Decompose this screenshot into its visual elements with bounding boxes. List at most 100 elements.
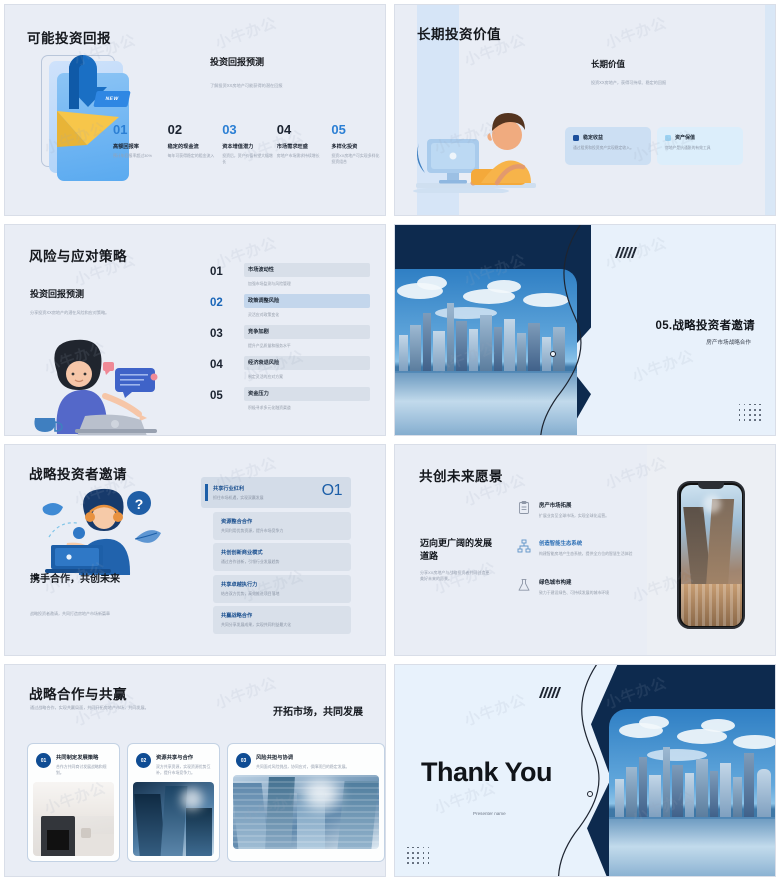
list-item[interactable]: 共享卓越执行力 结合双方优势，高效推进项目落地	[213, 574, 351, 603]
item-number: 05	[331, 122, 346, 137]
row-number: 01	[210, 266, 223, 278]
square-bullet-icon	[665, 134, 671, 141]
card-heading: 资源共享与合作	[156, 755, 194, 761]
curve-line	[540, 225, 582, 435]
svg-text:?: ?	[135, 496, 144, 512]
section-description: 投资XX房地产，获得可持续、稳定的回报	[591, 80, 667, 85]
section-subtitle: 房产市场战略合作	[706, 340, 751, 346]
list-item[interactable]: 共创创新商业模式 通过合作创新，引领行业发展趋势	[213, 543, 351, 571]
page-title: 长期投资价值	[417, 27, 501, 42]
risk-rows: 01 市场波动性 加强市场监测与风险管理 02 政策调整风险 灵活应对政策变化 …	[210, 263, 370, 418]
row-number: 04	[210, 359, 223, 371]
phone-screen-image	[680, 484, 742, 626]
dot-grid-decoration	[407, 846, 430, 864]
item-number: 01	[113, 122, 128, 137]
slide-8-thank-you[interactable]: 小牛办公小牛办公 小牛办公小牛办公 Thank You Presenter na…	[394, 664, 776, 877]
page-title: 战略投资者邀请	[29, 467, 127, 482]
table-row[interactable]: 03 竞争加剧 提升产品质量和服务水平	[210, 325, 370, 356]
slide-3-risk-strategy[interactable]: 小牛办公小牛办公 小牛办公小牛办公 风险与应对策略 投资回报预测 分享投资XX房…	[4, 224, 386, 436]
clipboard-icon	[519, 501, 529, 514]
row-heading: 政策调整风险	[248, 298, 280, 304]
row-heading: 经济衰退风险	[248, 360, 280, 366]
item-text: 通过合作创新，引领行业发展趋势	[221, 559, 280, 564]
box-text: 房地产是抗通胀的有效工具	[665, 146, 711, 150]
row-text: 积极寻求多元化融资渠道	[248, 405, 291, 410]
list-item[interactable]: 资源整合合作 共同利用优势资源，提升市场竞争力	[213, 511, 351, 540]
item-text: 房地产市场需求持续增长	[276, 153, 320, 158]
list-item: 01 高额回报率 预计年回报率超过30%	[113, 123, 165, 166]
card-heading: 共同制定发展策略	[56, 755, 99, 761]
envelope-icon	[57, 111, 119, 147]
card-header: 03 风险共担与协调 共同面对风险挑战，协同应对，保障项目的稳定发展。	[233, 749, 379, 775]
slide-1-investment-return[interactable]: 小牛办公小牛办公 小牛办公小牛办公 可能投资回报 NEW 投资回报预测 了解投资…	[4, 4, 386, 216]
slide-7-strategic-cooperation[interactable]: 小牛办公小牛办公 小牛办公小牛办公 战略合作与共赢 通过战略合作，实现共赢局面，…	[4, 664, 386, 877]
card-header: 02 资源共享与合作 双方共享资源，实现资源优势互补，提升市场竞争力。	[133, 749, 214, 782]
card-badge: 03	[236, 753, 251, 768]
table-row[interactable]: 01 市场波动性 加强市场监测与风险管理	[210, 263, 370, 294]
section-title: 05.战略投资者邀请	[655, 320, 755, 332]
table-row[interactable]: 04 经济衰退风险 制定灵活的应对方案	[210, 356, 370, 387]
thank-you-title: Thank You	[421, 757, 553, 787]
card-image-interior	[33, 781, 114, 856]
section-description: 分享投资XX房地产的潜在风险和应对策略。	[30, 310, 110, 315]
item-badge: O1	[321, 482, 343, 499]
dot-grid-decoration	[738, 403, 761, 421]
item-number: 03	[222, 122, 237, 137]
card[interactable]: 01 共同制定发展策略 合作方共同商讨发展战略和规划。	[27, 743, 120, 862]
slide-4-section-cover[interactable]: 小牛办公小牛办公 小牛办公小牛办公 05.战略投资者邀请 房产市场战略合作	[394, 224, 776, 436]
item-heading: 共享卓越执行力	[221, 581, 258, 588]
phone-panel	[647, 445, 775, 655]
row-text: 提升产品质量和服务水平	[248, 343, 291, 348]
section-subtitle: 投资回报预测	[30, 289, 85, 299]
decor-band-right	[765, 5, 775, 215]
card[interactable]: 03 风险共担与协调 共同面对风险挑战，协同应对，保障项目的稳定发展。	[227, 743, 385, 862]
list-item[interactable]: 创造智能生态系统 构建智能房地产生态系统，提供全方位的智慧生活体验	[517, 539, 649, 557]
item-text: 预计年回报率超过30%	[113, 153, 152, 158]
list-item[interactable]: 共赢战略合作 共同分享发展成果，实现共同利益最大化	[213, 606, 351, 634]
item-heading: 共创创新商业模式	[221, 550, 263, 556]
item-text: 致力于建设绿色、可持续发展的城市环境	[539, 589, 610, 595]
row-text: 灵活应对政策变化	[248, 312, 280, 317]
item-heading: 高额回报率	[113, 144, 139, 150]
row-text: 加强市场监测与风险管理	[248, 281, 291, 286]
table-row[interactable]: 05 资金压力 积极寻求多元化融资渠道	[210, 387, 370, 418]
list-item: 04 市场需求旺盛 房地产市场需求持续增长	[277, 123, 329, 166]
value-box: 稳定收益 通过租赁和投资房产实现稳定收入。	[565, 127, 651, 165]
section-subtitle: 长期价值	[591, 59, 626, 69]
card-image-tower	[133, 781, 214, 856]
list-item[interactable]: 共享行业红利 抓住市场机遇，实现双赢发展 O1	[201, 477, 351, 508]
card[interactable]: 02 资源共享与合作 双方共享资源，实现资源优势互补，提升市场竞争力。	[127, 743, 220, 862]
row-number: 05	[210, 390, 223, 402]
card-header: 01 共同制定发展策略 合作方共同商讨发展战略和规划。	[33, 749, 114, 782]
presenter-name: Presenter name	[473, 811, 506, 816]
box-heading: 稳定收益	[583, 135, 604, 141]
item-heading: 创造智能生态系统	[539, 541, 583, 548]
highlight-text: 迈向更广阔的发展道路	[420, 538, 493, 562]
value-boxes: 稳定收益 通过租赁和投资房产实现稳定收入。 资产保值 房地产是抗通胀的有效工具	[565, 127, 743, 165]
new-badge: NEW	[93, 91, 131, 107]
item-text: 结合双方优势，高效推进项目落地	[221, 590, 280, 596]
box-heading-row: 资产保值	[665, 134, 735, 141]
list-item[interactable]: 绿色城市构建 致力于建设绿色、可持续发展的城市环境	[517, 578, 649, 596]
box-text: 通过租赁和投资房产实现稳定收入。	[573, 146, 634, 150]
slide-5-investor-invitation[interactable]: 小牛办公小牛办公 小牛办公小牛办公 战略投资者邀请 ? 携手合作，共创未来 战略	[4, 444, 386, 656]
table-row[interactable]: 02 政策调整风险 灵活应对政策变化	[210, 294, 370, 325]
item-text: 扩展业务至全球市场，实现全球化运营。	[539, 513, 610, 518]
list-item[interactable]: 房产市场拓展 扩展业务至全球市场，实现全球化运营。	[517, 501, 649, 519]
row-number: 02	[210, 297, 223, 309]
row-heading: 竞争加剧	[248, 329, 269, 335]
card-text: 合作方共同商讨发展战略和规划。	[56, 764, 107, 776]
card-badge: 02	[136, 753, 151, 768]
row-number: 03	[210, 328, 223, 340]
slide-2-long-term-value[interactable]: 小牛办公小牛办公 小牛办公小牛办公 长期投资价值 长期价值 投资XX房地产，获得…	[394, 4, 776, 216]
return-items-list: 01 高额回报率 预计年回报率超过30% 02 稳定的现金流 每年可获得稳定的租…	[113, 123, 383, 166]
vision-items: 房产市场拓展 扩展业务至全球市场，实现全球化运营。 创造智能生态系统 构建智能房…	[517, 501, 649, 616]
flask-icon	[518, 578, 530, 591]
tick-decoration	[538, 687, 561, 698]
slide-6-future-vision[interactable]: 小牛办公小牛办公 小牛办公小牛办公 共创未来愿景 迈向更广阔的发展道路 分享XX…	[394, 444, 776, 656]
card-text: 双方共享资源，实现资源优势互补，提升市场竞争力。	[156, 764, 211, 776]
tick-decoration	[614, 247, 637, 258]
card-badge: 01	[36, 753, 51, 768]
city-photo	[609, 709, 775, 876]
person-at-desk-illustration	[413, 113, 536, 193]
